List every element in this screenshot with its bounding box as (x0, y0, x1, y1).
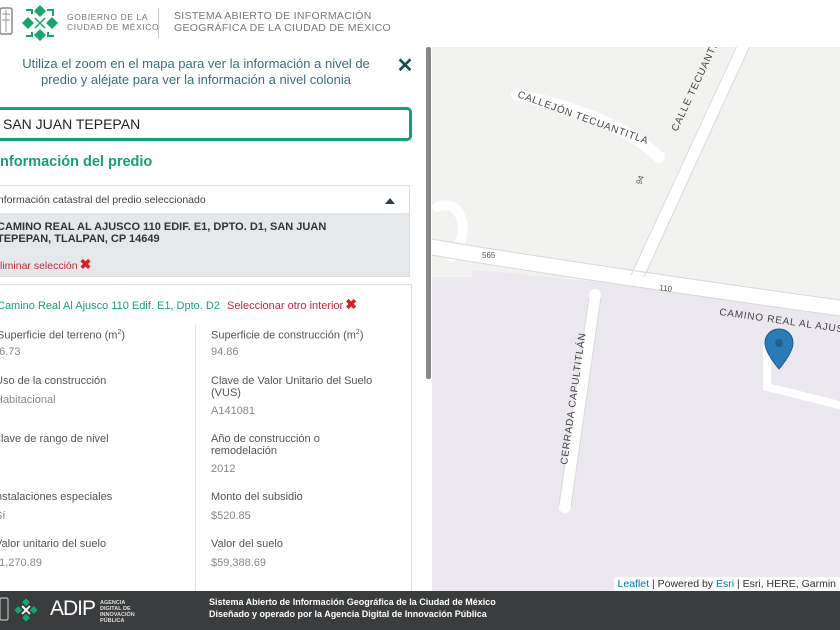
clave-vus-label-line-1: Clave de Valor Unitario del Suelo (211, 375, 373, 387)
system-title: SISTEMA ABIERTO DE INFORMACIÓN GEOGRÁFIC… (174, 10, 391, 34)
anio-construccion-label-line-2: remodelación (211, 445, 278, 457)
parcel-details-card: Camino Real Al Ajusco 110 Edif. E1, Dpto… (0, 284, 412, 591)
caret-up-icon[interactable] (385, 198, 395, 204)
column-divider (195, 325, 196, 591)
parcel-south (427, 265, 840, 591)
cdmx-logo-icon (14, 598, 38, 622)
map-attribution: Leaflet | Powered by Esri | Esri, HERE, … (613, 577, 840, 591)
monto-subsidio-value: $520.85 (211, 510, 251, 522)
valor-suelo-value: $59,388.69 (211, 557, 267, 569)
search-input[interactable] (0, 107, 412, 141)
adip-wordmark: ADIP (50, 597, 96, 620)
superficie-terreno-value: 36.73 (0, 346, 21, 358)
superficie-terreno-label: Superficie del terreno (m2) (0, 329, 126, 342)
attribution-sep: | Powered by (649, 578, 716, 590)
cdmx-logo-icon (22, 5, 58, 41)
map-canvas[interactable]: CALLEJÓN TECUANTITLA CALLE TECUANTITLA C… (427, 47, 840, 591)
gobierno-wordmark: GOBIERNO DE LA CIUDAD DE MÉXICO (67, 12, 159, 32)
valor-unitario-label: Valor unitario del suelo (0, 538, 107, 550)
select-other-icon[interactable]: ✖ (345, 296, 357, 312)
parcel-address-line-1: CAMINO REAL AL AJUSCO 110 EDIF. E1, DPTO… (0, 221, 327, 233)
select-other-interior-link[interactable]: Seleccionar otro interior (227, 300, 343, 312)
app-footer: ADIP AGENCIA DIGITAL DE INNOVACIÓN PÚBLI… (0, 591, 840, 630)
agency-wordmark: AGENCIA DIGITAL DE INNOVACIÓN PÚBLICA (100, 600, 135, 624)
superficie-construccion-label: Superficie de construcción (m2) (211, 329, 364, 342)
anio-construccion-label-line-1: Año de construcción o (211, 433, 320, 445)
interior-row: Camino Real Al Ajusco 110 Edif. E1, Dpto… (0, 296, 357, 313)
instalaciones-label: Instalaciones especiales (0, 491, 113, 503)
info-panel: Utiliza el zoom en el mapa para ver la i… (0, 47, 432, 591)
panel-scrollbar[interactable] (426, 47, 431, 379)
crest-icon (0, 597, 9, 621)
house-number-110: 110 (659, 283, 673, 294)
parcel-north (427, 47, 840, 277)
monto-subsidio-label: Monto del subsidio (211, 491, 303, 503)
valor-unitario-value: $1,270.89 (0, 557, 42, 569)
accordion-label: Información catastral del predio selecci… (0, 194, 206, 206)
remove-icon[interactable]: ✖ (80, 256, 92, 272)
interior-label: Camino Real Al Ajusco 110 Edif. E1, Dpto… (0, 300, 220, 312)
zoom-instructions: Utiliza el zoom en el mapa para ver la i… (4, 56, 388, 88)
parcel-address: CAMINO REAL AL AJUSCO 110 EDIF. E1, DPTO… (0, 221, 381, 245)
section-title: Información del predio (0, 154, 153, 170)
leaflet-link[interactable]: Leaflet (618, 578, 650, 590)
clave-vus-label: Clave de Valor Unitario del Suelo (VUS) (211, 375, 372, 399)
remove-selection-link[interactable]: Eliminar selección ✖ (0, 256, 91, 273)
house-number-565: 565 (482, 251, 496, 260)
zoom-instructions-line-1: Utiliza el zoom en el mapa para ver la i… (22, 56, 370, 71)
system-title-line-2: GEOGRÁFICA DE LA CIUDAD DE MÉXICO (174, 22, 392, 34)
uso-construccion-value: Habitacional (0, 394, 56, 406)
agency-line-4: PÚBLICA (100, 618, 125, 624)
remove-selection-label: Eliminar selección (0, 260, 78, 272)
gobierno-line-1: GOBIERNO DE LA (67, 12, 149, 22)
gobierno-line-2: CIUDAD DE MÉXICO (67, 22, 160, 32)
crest-icon (0, 7, 13, 35)
parcel-address-line-2: TEPEPAN, TLALPAN, CP 14649 (0, 233, 160, 245)
cadastral-accordion-header[interactable]: Información catastral del predio selecci… (0, 185, 410, 213)
footer-line-1: Sistema Abierto de Información Geográfic… (209, 597, 496, 607)
header-divider (158, 8, 159, 38)
map-view[interactable]: CALLEJÓN TECUANTITLA CALLE TECUANTITLA C… (427, 47, 840, 591)
anio-construccion-label: Año de construcción o remodelación (211, 433, 320, 457)
anio-construccion-value: 2012 (211, 463, 236, 475)
footer-line-2: Diseñado y operado por la Agencia Digita… (209, 609, 487, 619)
instalaciones-value: Sí (0, 510, 6, 522)
valor-suelo-label: Valor del suelo (211, 538, 283, 550)
clave-vus-value: A141081 (211, 405, 256, 417)
close-icon[interactable]: ✕ (396, 56, 414, 76)
esri-link[interactable]: Esri (716, 578, 734, 590)
attribution-rest: | Esri, HERE, Garmin (734, 578, 836, 590)
uso-construccion-label: Uso de la construcción (0, 375, 107, 387)
selected-parcel-box: CAMINO REAL AL AJUSCO 110 EDIF. E1, DPTO… (0, 213, 410, 277)
zoom-instructions-line-2: predio y aléjate para ver la información… (40, 72, 351, 87)
clave-rango-label: Clave de rango de nivel (0, 433, 109, 445)
app-header: GOBIERNO DE LA CIUDAD DE MÉXICO SISTEMA … (0, 0, 840, 47)
clave-vus-label-line-2: (VUS) (211, 387, 241, 399)
system-title-line-1: SISTEMA ABIERTO DE INFORMACIÓN (174, 10, 372, 22)
superficie-construccion-value: 94.86 (211, 346, 239, 358)
